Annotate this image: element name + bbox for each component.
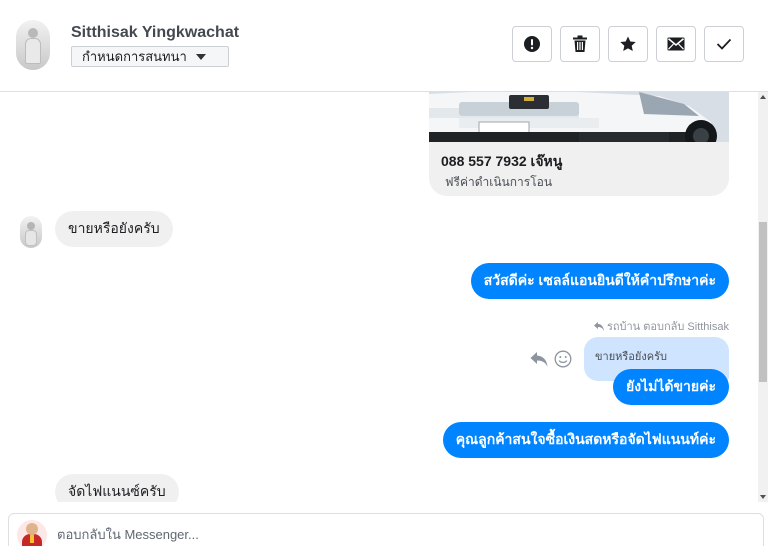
outgoing-message[interactable]: คุณลูกค้าสนใจซื้อเงินสดหรือจัดไฟแนนท์ค่ะ <box>442 422 729 458</box>
reply-arrow-icon <box>593 321 604 331</box>
message-thread[interactable]: 088 557 7932 เจ๊หนู ฟรีค่าดำเนินการโอน ข… <box>0 92 768 502</box>
scroll-down-arrow-icon[interactable] <box>760 495 766 499</box>
outgoing-message[interactable]: สวัสดีค่ะ เซลล์แอนยินดีให้คำปรึกษาค่ะ <box>470 263 729 299</box>
trash-icon <box>573 35 587 52</box>
emoji-reaction-icon[interactable] <box>554 350 572 368</box>
attachment-card[interactable]: 088 557 7932 เจ๊หนู ฟรีค่าดำเนินการโอน <box>429 92 729 196</box>
reply-indicator-text: รถบ้าน ตอบกลับ Sitthisak <box>606 321 729 333</box>
conversation-header: Sitthisak Yingkwachat กำหนดการสนทนา <box>0 0 768 92</box>
message-actions <box>530 350 572 368</box>
assign-dropdown-label: กำหนดการสนทนา <box>82 49 187 64</box>
star-button[interactable] <box>608 26 648 62</box>
scrollbar-thumb[interactable] <box>759 222 767 382</box>
card-title: 088 557 7932 เจ๊หนู <box>441 153 563 169</box>
reply-indicator: รถบ้าน ตอบกลับ Sitthisak <box>593 317 729 335</box>
delete-button[interactable] <box>560 26 600 62</box>
exclamation-icon <box>524 36 540 52</box>
page-avatar <box>17 520 47 546</box>
assign-conversation-dropdown[interactable]: กำหนดการสนทนา <box>71 46 229 67</box>
incoming-message[interactable]: จัดไฟแนนซ์ครับ <box>55 474 179 502</box>
customer-avatar[interactable] <box>20 216 42 248</box>
inbox-conversation-panel: Sitthisak Yingkwachat กำหนดการสนทนา 088 … <box>0 0 768 546</box>
avatar-badge <box>30 535 34 543</box>
checkmark-icon <box>716 38 732 50</box>
mark-unread-button[interactable] <box>656 26 696 62</box>
reply-input[interactable] <box>57 523 747 545</box>
avatar-figure-head <box>27 222 35 230</box>
card-subtitle: ฟรีค่าดำเนินการโอน <box>445 175 553 189</box>
contact-avatar[interactable] <box>16 20 50 70</box>
thread-scrollbar[interactable] <box>758 92 768 502</box>
star-icon <box>620 36 636 52</box>
avatar-face <box>26 523 38 535</box>
avatar-figure-body <box>25 38 41 64</box>
avatar-figure-head <box>28 28 38 38</box>
caret-down-icon <box>195 53 206 60</box>
avatar-figure-body <box>25 230 37 246</box>
contact-name[interactable]: Sitthisak Yingkwachat <box>71 24 239 42</box>
reply-composer <box>8 513 764 546</box>
incoming-message[interactable]: ขายหรือยังครับ <box>55 211 173 247</box>
envelope-icon <box>667 37 685 51</box>
mark-spam-button[interactable] <box>512 26 552 62</box>
reply-icon[interactable] <box>530 351 548 367</box>
mark-done-button[interactable] <box>704 26 744 62</box>
scroll-up-arrow-icon[interactable] <box>760 95 766 99</box>
outgoing-message[interactable]: ยังไม่ได้ขายค่ะ <box>613 369 729 405</box>
car-illustration <box>429 92 729 142</box>
car-image[interactable] <box>429 92 729 142</box>
